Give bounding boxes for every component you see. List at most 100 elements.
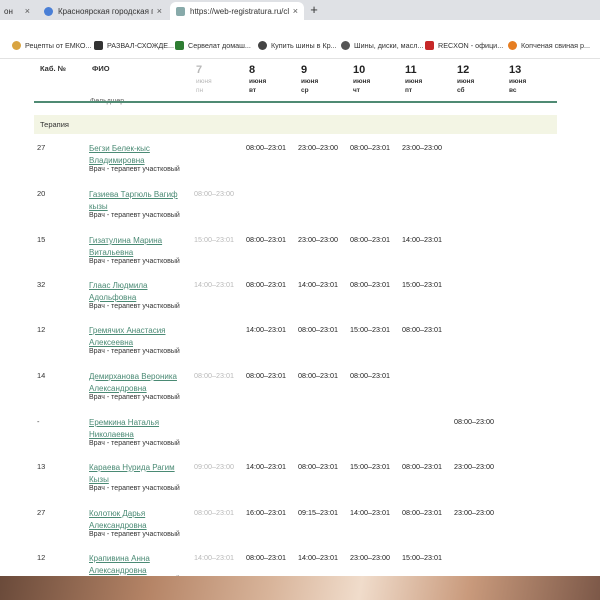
doctor-name-link[interactable]: Караева Нурида Рагим Кызы <box>89 462 189 486</box>
room-number: 32 <box>37 280 46 289</box>
room-number: 14 <box>37 371 46 380</box>
bookmark-label: Рецепты от ЕМКО... <box>25 41 92 50</box>
bookmark-razval[interactable]: РАЗВАЛ-СХОЖДЕ... <box>94 41 174 50</box>
schedule-slot[interactable]: 23:00–23:00 <box>350 553 390 562</box>
table-row: 32 Глаас Людмила Адольфовна Врач - терапев… <box>0 277 600 323</box>
schedule-slot[interactable]: 15:00–23:01 <box>350 462 390 471</box>
day-weekday: вт <box>249 87 257 94</box>
schedule-slot[interactable]: 14:00–23:01 <box>350 508 390 517</box>
schedule-slot[interactable]: 15:00–23:01 <box>402 553 442 562</box>
table-row: 27 Колотюк Дарья Александровна Врач - тера… <box>0 505 600 551</box>
tab-first[interactable]: он × <box>0 2 36 20</box>
schedule-slot[interactable]: 08:00–23:01 <box>246 371 286 380</box>
schedule-slot[interactable]: 23:00–23:00 <box>298 143 338 152</box>
globe-icon <box>44 6 53 16</box>
schedule-slot[interactable]: 08:00–23:01 <box>350 235 390 244</box>
schedule-slot[interactable]: 08:00–23:01 <box>298 462 338 471</box>
schedule-slot[interactable]: 08:00–23:01 <box>402 325 442 334</box>
close-icon[interactable]: × <box>153 6 162 16</box>
day-header-9: 9 июня ср <box>301 64 318 95</box>
doctor-name-link[interactable]: Гремячих Анастасия Алексеевна <box>89 325 189 349</box>
bookmark-servelat[interactable]: Сервелат домаш... <box>175 41 251 50</box>
schedule-slot: 14:00–23:01 <box>194 553 234 562</box>
room-number: 12 <box>37 325 46 334</box>
schedule-slot[interactable]: 08:00–23:01 <box>246 553 286 562</box>
doctor-position: Врач - терапевт участковый <box>89 166 180 173</box>
close-icon[interactable]: × <box>289 6 298 16</box>
bookmark-tires[interactable]: Купить шины в Кр... <box>258 41 337 50</box>
day-header-13: 13 июня вс <box>509 64 526 95</box>
schedule-slot[interactable]: 08:00–23:01 <box>298 371 338 380</box>
bookmark-icon <box>258 41 267 50</box>
tab-clinic[interactable]: Красноярская городская поликл × <box>38 2 168 20</box>
schedule-slot[interactable]: 15:00–23:01 <box>402 280 442 289</box>
bookmark-label: RECXON - офици... <box>438 41 504 50</box>
room-number: 15 <box>37 235 46 244</box>
schedule-slot[interactable]: 23:00–23:00 <box>402 143 442 152</box>
bookmark-smoked[interactable]: Копченая свиная р... <box>508 41 590 50</box>
day-weekday: пн <box>196 87 204 94</box>
doctor-name-link[interactable]: Глаас Людмила Адольфовна <box>89 280 189 304</box>
day-number: 7 <box>196 64 203 76</box>
doctor-name-link[interactable]: Еремкина Наталья Николаевна <box>89 417 189 441</box>
doctor-name-link[interactable]: Бегзи Белек-кыс Владимировна <box>89 143 189 167</box>
day-month: июня <box>405 78 423 85</box>
doctor-name-link[interactable]: Крапивина Анна Александровна <box>89 553 189 577</box>
schedule-slot[interactable]: 14:00–23:01 <box>402 235 442 244</box>
schedule-slot[interactable]: 08:00–23:00 <box>454 417 494 426</box>
day-weekday: вс <box>509 87 517 94</box>
schedule-slot[interactable]: 23:00–23:00 <box>298 235 338 244</box>
schedule-slot[interactable]: 23:00–23:00 <box>454 462 494 471</box>
schedule-slot[interactable]: 08:00–23:01 <box>246 280 286 289</box>
table-row: 15 Гизатулина Марина Витальевна Врач - тер… <box>0 232 600 278</box>
schedule-slot[interactable]: 08:00–23:01 <box>350 371 390 380</box>
close-icon[interactable]: × <box>21 6 30 16</box>
table-row: 13 Караева Нурида Рагим Кызы Врач - терапе… <box>0 459 600 505</box>
schedule-slot: 15:00–23:01 <box>194 235 234 244</box>
day-number: 13 <box>509 64 522 76</box>
bookmark-icon <box>341 41 350 50</box>
tab-label: Красноярская городская поликл <box>58 6 153 16</box>
day-header-10: 10 июня чт <box>353 64 370 95</box>
schedule-slot[interactable]: 08:00–23:01 <box>350 280 390 289</box>
schedule-slot: 14:00–23:01 <box>194 280 234 289</box>
schedule-slot[interactable]: 16:00–23:01 <box>246 508 286 517</box>
schedule-slot[interactable]: 08:00–23:01 <box>402 462 442 471</box>
doctor-name-link[interactable]: Гизатулина Марина Витальевна <box>89 235 189 259</box>
schedule-slot[interactable]: 15:00–23:01 <box>350 325 390 334</box>
schedule-slot[interactable]: 08:00–23:01 <box>402 508 442 517</box>
schedule-slot[interactable]: 23:00–23:00 <box>454 508 494 517</box>
browser-toolbar <box>0 20 600 34</box>
day-weekday: сб <box>457 87 465 94</box>
schedule-slot[interactable]: 14:00–23:01 <box>246 325 286 334</box>
tab-label: https://web-registratura.ru/clinic <box>190 6 289 16</box>
doctor-name-link[interactable]: Газиева Таргюль Вагиф кызы <box>89 189 189 213</box>
bookmark-label: Купить шины в Кр... <box>271 41 337 50</box>
new-tab-button[interactable]: + <box>306 2 322 18</box>
schedule-slot[interactable]: 08:00–23:01 <box>246 235 286 244</box>
section-header-therapy: Терапия <box>34 115 557 134</box>
table-row: 27 Бегзи Белек-кыс Владимировна Врач - тер… <box>0 140 600 186</box>
bookmark-recipes[interactable]: Рецепты от ЕМКО... <box>12 41 91 50</box>
schedule-slot[interactable]: 14:00–23:01 <box>298 553 338 562</box>
room-number: - <box>37 417 40 426</box>
schedule-slot[interactable]: 08:00–23:01 <box>350 143 390 152</box>
doctor-position: Врач - терапевт участковый <box>89 258 180 265</box>
day-number: 12 <box>457 64 470 76</box>
bookmark-label: Копченая свиная р... <box>521 41 590 50</box>
header-divider <box>34 101 557 103</box>
day-weekday: ср <box>301 87 309 94</box>
schedule-slot[interactable]: 08:00–23:01 <box>298 325 338 334</box>
day-month: июня <box>196 78 212 85</box>
tab-registratura[interactable]: https://web-registratura.ru/clinic × <box>170 2 304 20</box>
table-row: - Еремкина Наталья Николаевна Врач - терап… <box>0 414 600 460</box>
doctor-name-link[interactable]: Демирханова Вероника Александровна <box>89 371 189 395</box>
section-title: Терапия <box>40 120 69 129</box>
schedule-slot[interactable]: 14:00–23:01 <box>246 462 286 471</box>
schedule-slot[interactable]: 08:00–23:01 <box>246 143 286 152</box>
doctor-name-link[interactable]: Колотюк Дарья Александровна <box>89 508 189 532</box>
schedule-slot[interactable]: 09:15–23:01 <box>298 508 338 517</box>
bookmark-recxon[interactable]: RECXON - офици... <box>425 41 503 50</box>
bookmark-wheels[interactable]: Шины, диски, масл... <box>341 41 423 50</box>
schedule-slot[interactable]: 14:00–23:01 <box>298 280 338 289</box>
